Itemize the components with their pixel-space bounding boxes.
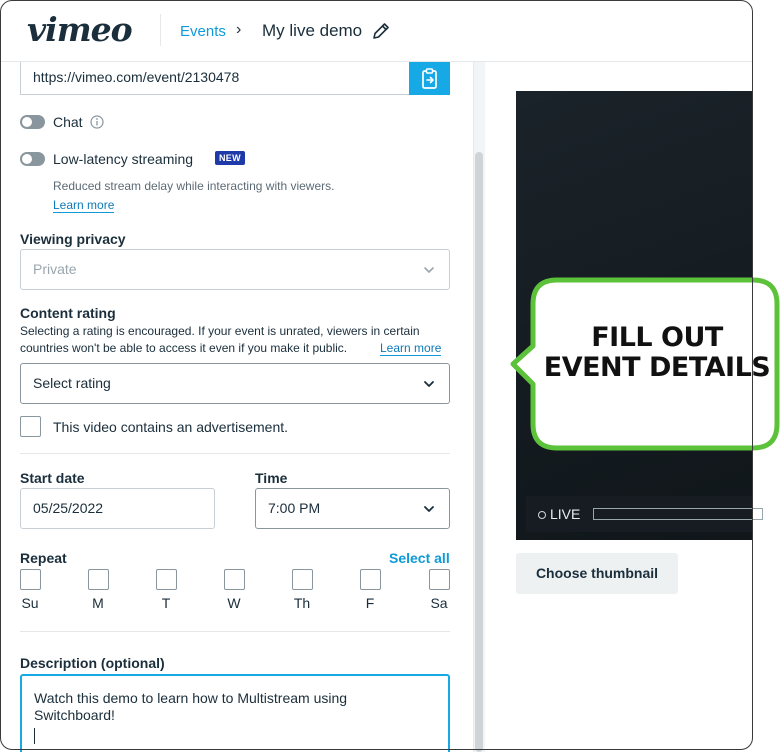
low-latency-toggle[interactable] bbox=[20, 152, 45, 166]
description-textarea[interactable]: Watch this demo to learn how to Multistr… bbox=[20, 674, 450, 752]
low-latency-description: Reduced stream delay while interacting w… bbox=[53, 179, 335, 193]
repeat-checkbox-sa[interactable] bbox=[429, 569, 450, 590]
day-label-su: Su bbox=[21, 595, 39, 611]
text-caret bbox=[34, 728, 35, 744]
clipboard-icon bbox=[421, 67, 437, 89]
content-rating-description-line2: countries won't be able to access it eve… bbox=[20, 341, 348, 355]
page-title: My live demo bbox=[262, 21, 363, 40]
repeat-label: Repeat bbox=[20, 550, 67, 566]
breadcrumb-events-link[interactable]: Events bbox=[180, 23, 226, 40]
start-date-input[interactable]: 05/25/2022 bbox=[20, 488, 215, 529]
day-label-t: T bbox=[161, 595, 171, 611]
day-label-f: F bbox=[365, 595, 375, 611]
description-line-2: Switchboard! bbox=[34, 707, 115, 723]
event-settings-panel: https://vimeo.com/event/2130478 Chat Low… bbox=[0, 62, 470, 752]
callout-line-2: EVENT DETAILS bbox=[543, 352, 771, 383]
callout-line-1: FILL OUT bbox=[591, 322, 723, 353]
viewing-privacy-select[interactable]: Private bbox=[20, 249, 450, 290]
header-divider bbox=[160, 14, 161, 46]
vimeo-logo[interactable]: vimeo bbox=[27, 10, 133, 49]
start-date-label: Start date bbox=[20, 470, 85, 486]
event-url-field[interactable]: https://vimeo.com/event/2130478 bbox=[20, 62, 410, 95]
breadcrumb-chevron-icon: › bbox=[236, 21, 242, 38]
content-rating-value: Select rating bbox=[33, 375, 111, 391]
chevron-down-icon bbox=[424, 506, 434, 512]
description-line-1: Watch this demo to learn how to Multistr… bbox=[34, 690, 348, 706]
description-label: Description (optional) bbox=[20, 655, 165, 671]
copy-url-button[interactable] bbox=[409, 62, 450, 95]
player-controls: LIVE bbox=[526, 496, 763, 532]
advertisement-checkbox[interactable] bbox=[20, 416, 41, 437]
repeat-checkbox-th[interactable] bbox=[292, 569, 313, 590]
low-latency-label: Low-latency streaming bbox=[53, 151, 194, 167]
chat-label: Chat bbox=[53, 114, 83, 130]
content-rating-select[interactable]: Select rating bbox=[20, 363, 450, 404]
time-value: 7:00 PM bbox=[268, 500, 321, 516]
content-rating-learn-more-link[interactable]: Learn more bbox=[380, 341, 442, 356]
divider bbox=[20, 453, 450, 454]
day-label-th: Th bbox=[293, 595, 311, 611]
chevron-down-icon bbox=[424, 267, 434, 273]
day-label-w: W bbox=[227, 595, 241, 611]
time-select[interactable]: 7:00 PM bbox=[255, 488, 450, 529]
chevron-down-icon bbox=[424, 381, 434, 387]
top-bar: vimeo Events › My live demo bbox=[0, 0, 752, 62]
live-label: LIVE bbox=[550, 506, 581, 522]
time-label: Time bbox=[255, 470, 288, 486]
scrollbar-thumb[interactable] bbox=[475, 152, 483, 752]
advertisement-label: This video contains an advertisement. bbox=[53, 419, 289, 435]
repeat-checkbox-w[interactable] bbox=[224, 569, 245, 590]
low-latency-learn-more-link[interactable]: Learn more bbox=[53, 198, 115, 213]
viewing-privacy-label: Viewing privacy bbox=[20, 231, 126, 247]
app-window: vimeo Events › My live demo https://vime… bbox=[0, 0, 781, 752]
chat-toggle[interactable] bbox=[20, 115, 45, 129]
live-indicator-icon bbox=[538, 511, 546, 519]
info-icon[interactable] bbox=[90, 115, 104, 129]
callout-text: FILL OUT EVENT DETAILS bbox=[538, 323, 776, 383]
viewing-privacy-value: Private bbox=[33, 261, 77, 277]
new-badge: NEW bbox=[215, 151, 245, 165]
divider bbox=[20, 631, 450, 632]
choose-thumbnail-button[interactable]: Choose thumbnail bbox=[516, 553, 678, 594]
repeat-checkbox-f[interactable] bbox=[360, 569, 381, 590]
pencil-icon[interactable] bbox=[371, 21, 391, 41]
select-all-days-link[interactable]: Select all bbox=[389, 550, 450, 566]
repeat-checkbox-t[interactable] bbox=[156, 569, 177, 590]
day-label-sa: Sa bbox=[430, 595, 448, 611]
content-rating-description-line1: Selecting a rating is encouraged. If you… bbox=[20, 324, 420, 338]
day-label-m: M bbox=[92, 595, 104, 611]
repeat-checkbox-m[interactable] bbox=[88, 569, 109, 590]
repeat-checkbox-su[interactable] bbox=[20, 569, 41, 590]
progress-bar[interactable] bbox=[593, 508, 763, 520]
content-rating-label: Content rating bbox=[20, 305, 116, 321]
